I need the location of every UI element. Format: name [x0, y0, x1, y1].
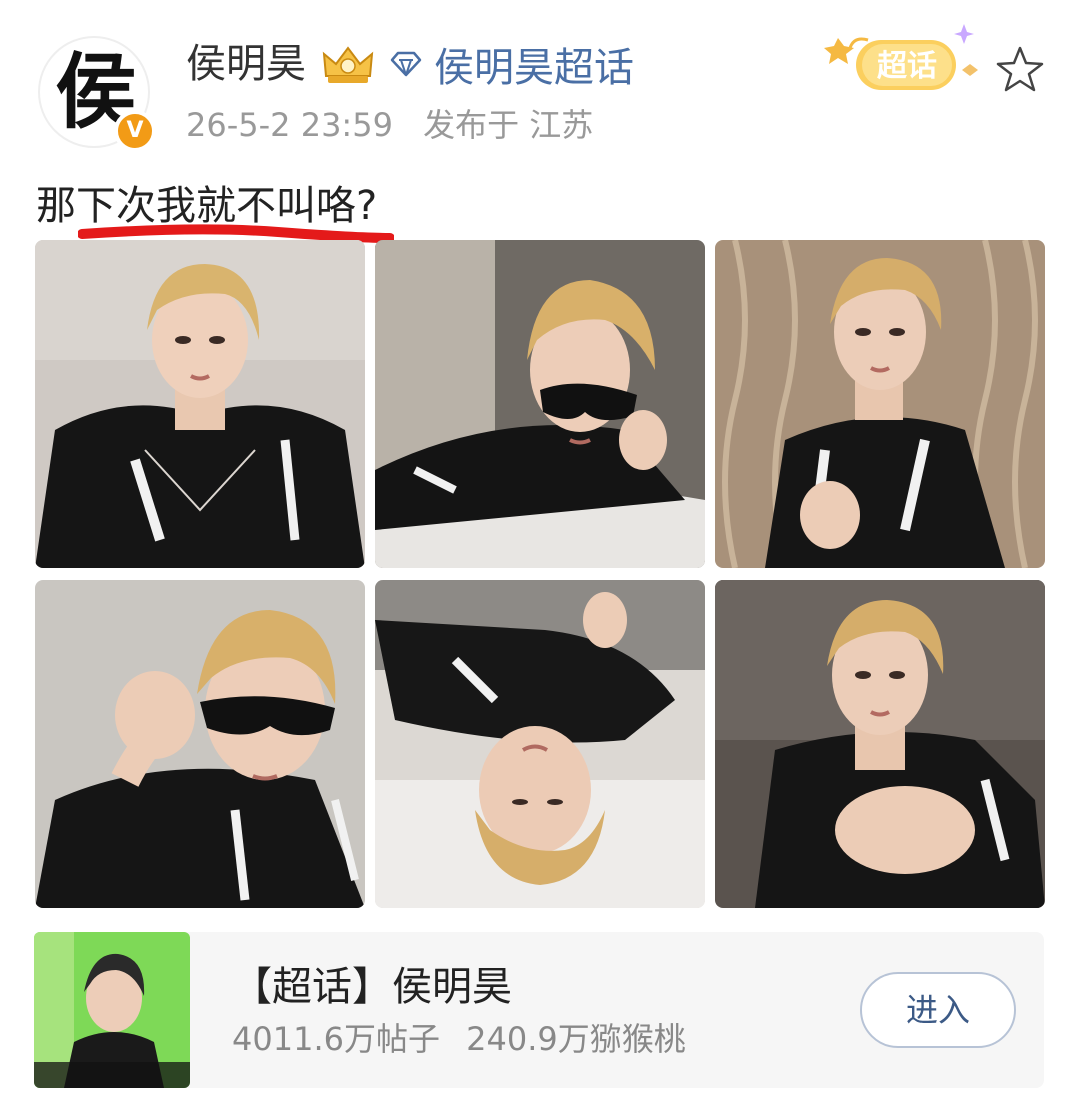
enter-button[interactable]: 进入 [860, 972, 1016, 1048]
supertopic-link[interactable]: 侯明昊超话 [388, 36, 634, 92]
photo-5[interactable] [375, 580, 705, 908]
star-icon[interactable] [994, 44, 1046, 96]
diamond-icon [390, 51, 422, 77]
post-meta: 26-5-2 23:59 发布于 江苏 [186, 100, 613, 150]
supertopic-badge[interactable]: 超话 [824, 18, 994, 102]
supertopic-badge-label: 超话 [877, 49, 937, 84]
photo-4[interactable] [35, 580, 365, 908]
supertopic-link-label: 侯明昊超话 [434, 45, 634, 91]
photo-6[interactable] [715, 580, 1045, 908]
supertopic-post-count: 4011.6万帖子 [232, 1020, 440, 1058]
supertopic-fan-count: 240.9万猕猴桃 [466, 1020, 686, 1058]
photo-2[interactable] [375, 240, 705, 568]
verified-icon: V [114, 110, 156, 152]
crown-icon [322, 46, 374, 83]
post-location: 发布于 江苏 [423, 106, 594, 144]
supertopic-cover-image [34, 932, 190, 1088]
photo-3[interactable] [715, 240, 1045, 568]
supertopic-card-stats: 4011.6万帖子 240.9万猕猴桃 [232, 1016, 702, 1062]
supertopic-card-title: 【超话】侯明昊 [232, 964, 512, 1010]
supertopic-card[interactable]: 【超话】侯明昊 4011.6万帖子 240.9万猕猴桃 进入 [34, 932, 1044, 1088]
photo-1[interactable] [35, 240, 365, 568]
author-name[interactable]: 侯明昊 [186, 36, 306, 92]
avatar[interactable]: 侯 V [38, 36, 156, 152]
post-datetime: 26-5-2 23:59 [186, 106, 393, 144]
